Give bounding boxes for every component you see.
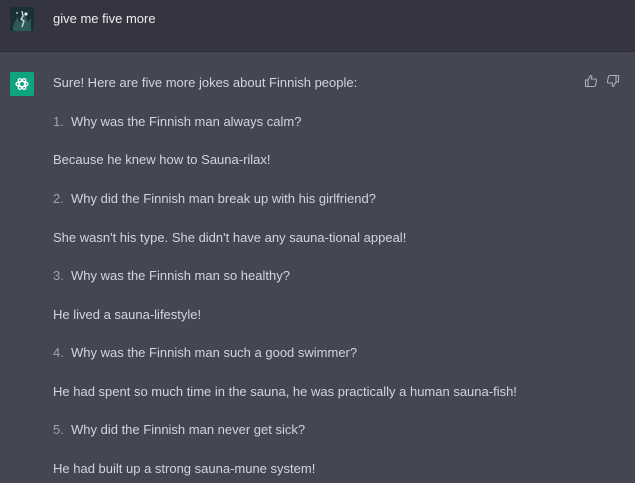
assistant-avatar: [10, 72, 34, 96]
joke-answer-3: He lived a sauna-lifestyle!: [53, 307, 202, 322]
list-number: 1.: [53, 114, 64, 129]
joke-answer-5: He had built up a strong sauna-mune syst…: [53, 461, 316, 476]
joke-question-3: 3. Why was the Finnish man so healthy?: [53, 268, 290, 284]
user-avatar: [10, 7, 34, 31]
joke-answer-2: She wasn't his type. She didn't have any…: [53, 230, 407, 245]
question-text: Why was the Finnish man so healthy?: [71, 268, 290, 283]
list-number: 2.: [53, 191, 64, 206]
user-message-row: give me five more: [0, 0, 635, 52]
joke-answer-1: Because he knew how to Sauna-rilax!: [53, 152, 271, 167]
question-text: Why did the Finnish man break up with hi…: [71, 191, 376, 206]
thumbs-down-icon: [606, 74, 620, 88]
list-number: 3.: [53, 268, 64, 283]
user-avatar-image: [10, 7, 34, 31]
assistant-message-row: Sure! Here are five more jokes about Fin…: [0, 52, 635, 483]
question-text: Why did the Finnish man never get sick?: [71, 422, 306, 437]
openai-logo-icon: [15, 78, 29, 90]
joke-question-4: 4. Why was the Finnish man such a good sw…: [53, 345, 357, 361]
joke-answer-4: He had spent so much time in the sauna, …: [53, 384, 517, 399]
question-text: Why was the Finnish man such a good swim…: [71, 345, 358, 360]
list-number: 4.: [53, 345, 64, 360]
list-number: 5.: [53, 422, 64, 437]
thumbs-up-icon: [584, 74, 598, 88]
joke-question-5: 5. Why did the Finnish man never get sick…: [53, 422, 305, 438]
thumbs-up-button[interactable]: [584, 74, 598, 88]
user-message-text: give me five more: [53, 11, 156, 26]
joke-question-2: 2. Why did the Finnish man break up with …: [53, 191, 376, 207]
joke-question-1: 1. Why was the Finnish man always calm?: [53, 114, 301, 130]
question-text: Why was the Finnish man always calm?: [71, 114, 302, 129]
thumbs-down-button[interactable]: [606, 74, 620, 88]
intro-text: Sure! Here are five more jokes about Fin…: [53, 75, 358, 90]
